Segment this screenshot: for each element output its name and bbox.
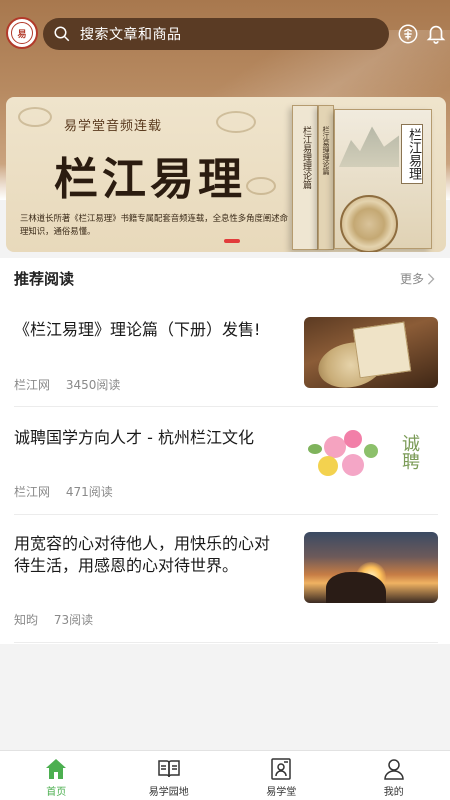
chevron-right-icon <box>427 272 435 285</box>
book-spine-text: 栏江易理理论篇 <box>301 126 311 189</box>
article-item[interactable]: 诚聘国学方向人才 - 杭州栏江文化 栏江网 471阅读 诚聘 <box>0 407 450 515</box>
search-icon <box>54 26 70 42</box>
article-title: 用宽容的心对待他人，用快乐的心对待生活，用感恩的心对待世界。 <box>14 534 271 575</box>
article-title: 诚聘国学方向人才 - 杭州栏江文化 <box>14 428 254 447</box>
search-bar[interactable]: 搜索文章和商品 <box>43 18 389 50</box>
mountain-painting <box>339 126 399 167</box>
article-reads: 73阅读 <box>53 613 94 627</box>
compass-image <box>340 195 398 252</box>
article-title: 《栏江易理》理论篇（下册）发售! <box>14 320 261 339</box>
article-meta: 栏江网 3450阅读 <box>14 376 120 393</box>
article-source: 知昀 <box>14 613 39 627</box>
banner-description: 三林道长所著《栏江易理》书籍专属配套音频连载，全息性多角度阐述命理知识，通俗易懂… <box>20 213 288 236</box>
banner-kicker: 易学堂音频连载 <box>64 119 163 134</box>
article-source: 栏江网 <box>14 485 51 499</box>
tab-yixue-hall[interactable]: 易学堂 <box>225 751 338 800</box>
book-image: 栏江易理理论篇 <box>292 105 318 250</box>
book-spine-text: 栏江易理理论篇 <box>322 126 330 175</box>
cloud-ornament <box>246 177 276 195</box>
bottom-tab-bar: 首页 易学园地 易学堂 我的 <box>0 750 450 800</box>
book-image <box>352 321 412 379</box>
notification-bell-icon[interactable] <box>425 22 447 44</box>
search-placeholder: 搜索文章和商品 <box>80 27 182 43</box>
book-image: 栏江易理理论篇 <box>318 105 334 250</box>
banner-title: 栏江易理 <box>54 154 246 205</box>
flower-image <box>324 436 346 458</box>
flower-image <box>344 430 362 448</box>
book-icon <box>158 760 180 778</box>
book-cover-title: 栏江易理 <box>401 124 423 184</box>
tab-yixue-garden[interactable]: 易学园地 <box>113 751 226 800</box>
cloud-ornament <box>216 111 256 133</box>
tab-label: 我的 <box>383 787 404 798</box>
thumbnail-text: 诚聘 <box>399 434 420 470</box>
home-icon <box>46 759 67 779</box>
article-item[interactable]: 用宽容的心对待他人，用快乐的心对待生活，用感恩的心对待世界。 知昀 73阅读 <box>0 515 450 643</box>
carousel-indicator <box>224 239 240 243</box>
tab-label: 首页 <box>46 787 67 798</box>
app-logo[interactable]: 易 <box>6 17 38 49</box>
tab-me[interactable]: 我的 <box>338 751 450 800</box>
leaf-image <box>364 444 378 458</box>
article-reads: 471阅读 <box>65 485 113 499</box>
promo-banner[interactable]: 易学堂音频连载 栏江易理 三林道长所著《栏江易理》书籍专属配套音频连载，全息性多… <box>6 97 446 252</box>
article-thumbnail <box>304 317 438 388</box>
more-link[interactable]: 更多 <box>400 270 436 287</box>
checkin-icon[interactable] <box>397 23 419 45</box>
article-thumbnail <box>304 532 438 603</box>
article-reads: 3450阅读 <box>65 378 121 392</box>
recommended-section-header: 推荐阅读 更多 <box>0 258 450 298</box>
article-meta: 栏江网 471阅读 <box>14 483 113 500</box>
article-list: 《栏江易理》理论篇（下册）发售! 栏江网 3450阅读 诚聘国学方向人才 - 杭… <box>0 298 450 644</box>
tab-label: 易学园地 <box>148 787 189 798</box>
article-source: 栏江网 <box>14 378 51 392</box>
article-thumbnail: 诚聘 <box>304 424 438 495</box>
more-label: 更多 <box>399 272 424 286</box>
tab-label: 易学堂 <box>266 787 297 798</box>
user-icon <box>383 759 404 780</box>
flower-image <box>318 456 338 476</box>
leaf-image <box>308 444 322 454</box>
article-meta: 知昀 73阅读 <box>14 611 93 628</box>
divider <box>14 642 438 643</box>
cloud-ornament <box>18 107 52 127</box>
app-logo-text: 易 <box>11 22 33 44</box>
flower-image <box>342 454 364 476</box>
section-title: 推荐阅读 <box>14 270 75 288</box>
classroom-icon <box>271 758 291 780</box>
article-item[interactable]: 《栏江易理》理论篇（下册）发售! 栏江网 3450阅读 <box>0 298 450 407</box>
tab-home[interactable]: 首页 <box>0 751 113 800</box>
